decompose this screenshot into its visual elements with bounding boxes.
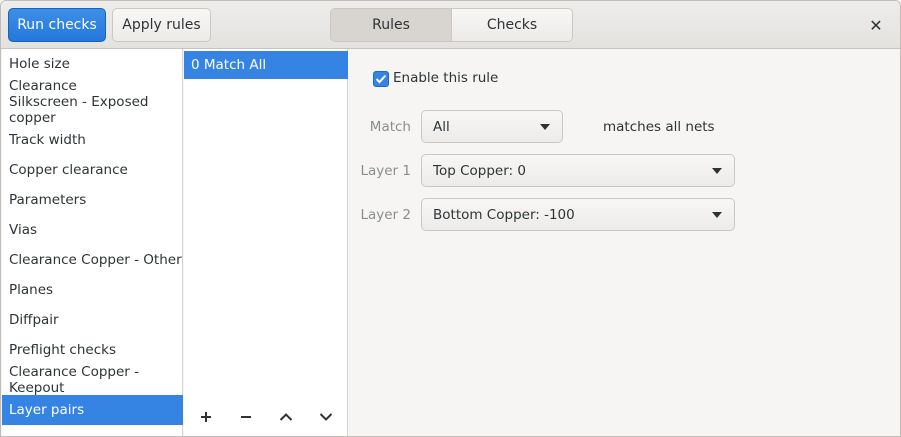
rule-item-match-all[interactable]: 0 Match All: [184, 51, 348, 79]
category-item-clearance-silkscreen[interactable]: Clearance Silkscreen - Exposed copper: [2, 78, 183, 126]
layer2-label: Layer 2: [360, 207, 411, 223]
category-label: Hole size: [9, 56, 70, 72]
layer1-dropdown[interactable]: Top Copper: 0: [421, 154, 735, 187]
category-label: Vias: [9, 222, 37, 238]
category-item-vias[interactable]: Vias: [2, 215, 183, 245]
header-bar: Run checks Apply rules Rules Checks ✕: [1, 1, 900, 49]
category-label: Planes: [9, 282, 54, 298]
match-info-text: matches all nets: [603, 119, 715, 135]
enable-rule-label[interactable]: Enable this rule: [393, 70, 498, 86]
layer1-value: Top Copper: 0: [433, 162, 526, 179]
category-item-copper-clearance[interactable]: Copper clearance: [2, 155, 183, 185]
view-switcher: Rules Checks: [330, 8, 573, 42]
tab-checks[interactable]: Checks: [452, 9, 572, 41]
remove-icon[interactable]: [234, 407, 258, 427]
match-dropdown[interactable]: All: [421, 110, 563, 143]
category-item-hole-size[interactable]: Hole size: [2, 49, 183, 79]
category-label: Clearance Silkscreen - Exposed copper: [9, 78, 149, 126]
category-item-diffpair[interactable]: Diffpair: [2, 305, 183, 335]
category-item-planes[interactable]: Planes: [2, 275, 183, 305]
rule-label: 0 Match All: [191, 57, 267, 73]
enable-rule-checkbox[interactable]: [373, 71, 389, 87]
rule-list: 0 Match All: [184, 49, 348, 436]
tab-rules[interactable]: Rules: [331, 9, 452, 41]
apply-rules-button[interactable]: Apply rules: [112, 8, 211, 42]
dropdown-arrow-icon: [540, 124, 550, 130]
layer2-dropdown[interactable]: Bottom Copper: -100: [421, 198, 735, 231]
category-item-preflight-checks[interactable]: Preflight checks: [2, 335, 183, 365]
category-label: Parameters: [9, 192, 87, 208]
move-up-icon[interactable]: [274, 407, 298, 427]
category-item-parameters[interactable]: Parameters: [2, 185, 183, 215]
category-label: Copper clearance: [9, 162, 128, 178]
window: Run checks Apply rules Rules Checks ✕ Ho…: [0, 0, 901, 437]
category-label: Clearance Copper - Keepout: [9, 364, 139, 396]
rule-category-list: Hole size Clearance Silkscreen - Exposed…: [2, 49, 183, 436]
category-label: Preflight checks: [9, 342, 116, 358]
category-label: Track width: [9, 132, 86, 148]
rule-list-toolbar: [184, 397, 348, 436]
match-value: All: [433, 118, 450, 135]
category-label: Layer pairs: [9, 402, 85, 418]
category-item-track-width[interactable]: Track width: [2, 125, 183, 155]
category-item-clearance-copper-other[interactable]: Clearance Copper - Other: [2, 245, 183, 275]
close-icon[interactable]: ✕: [863, 13, 889, 37]
rule-editor: Enable this rule Match All matches all n…: [349, 49, 900, 436]
dropdown-arrow-icon: [712, 168, 722, 174]
checkmark-icon: [375, 74, 387, 84]
move-down-icon[interactable]: [314, 407, 338, 427]
category-label: Clearance Copper - Other: [9, 252, 182, 268]
run-checks-button[interactable]: Run checks: [8, 8, 106, 42]
category-label: Diffpair: [9, 312, 59, 328]
category-item-layer-pairs[interactable]: Layer pairs: [2, 395, 183, 425]
layer1-label: Layer 1: [360, 163, 411, 179]
category-item-clearance-copper-keepout[interactable]: Clearance Copper - Keepout: [2, 364, 183, 396]
match-label: Match: [369, 119, 411, 135]
add-icon[interactable]: [194, 407, 218, 427]
layer2-value: Bottom Copper: -100: [433, 206, 575, 223]
dropdown-arrow-icon: [712, 212, 722, 218]
